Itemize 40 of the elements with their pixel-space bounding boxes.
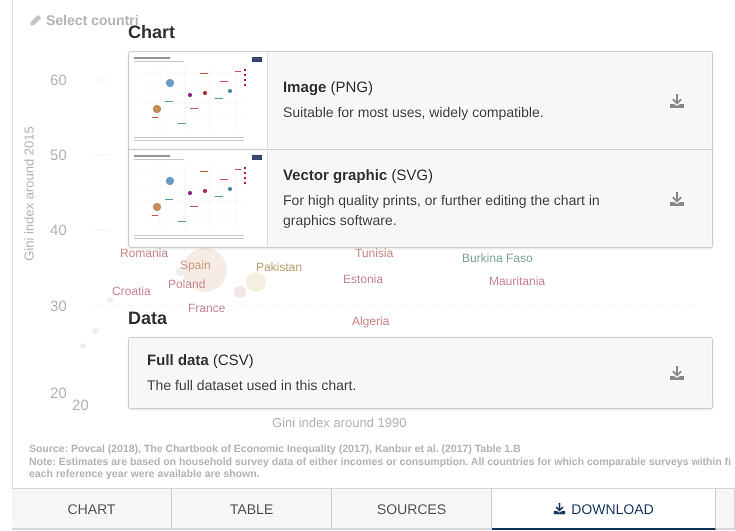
tab[interactable]: TABLE	[172, 489, 332, 528]
tab[interactable]: SOURCES	[332, 489, 492, 528]
tab[interactable]: CHART	[12, 489, 172, 528]
download-icon	[669, 190, 685, 206]
download-option[interactable]: Vector graphic (SVG) For high quality prints, or further editing the chart in graphics software.	[129, 150, 712, 247]
option-description: For high quality prints, or further editing the chart in graphics software.	[283, 191, 601, 230]
country-label: Mauritania	[489, 274, 546, 288]
y-axis-tick: 40	[50, 222, 67, 239]
y-axis-title: Gini index around 2015	[22, 125, 36, 263]
option-title: Vector graphic (SVG)	[283, 167, 434, 184]
y-axis-tick: 30	[50, 298, 67, 315]
country-label: Spain	[180, 258, 211, 272]
country-label: Algeria	[352, 314, 390, 328]
country-label: Burkina Faso	[462, 251, 533, 265]
country-label: Croatia	[112, 284, 151, 298]
x-axis-title: Gini index around 1990	[272, 415, 406, 430]
download-icon	[669, 365, 685, 381]
x-axis-tick: 20	[72, 397, 89, 414]
y-axis-tick: 20	[50, 385, 67, 402]
country-label: Pakistan	[256, 260, 302, 274]
download-icon	[669, 92, 685, 108]
source-text: Source: Povcal (2018), The Chartbook of Economic Inequality (2017), Kanbur et al. (2017) Table 1.B	[29, 443, 522, 456]
download-option[interactable]: Full data (CSV) The full dataset used in this chart.	[129, 338, 712, 408]
option-description: The full dataset used in this chart.	[147, 376, 358, 394]
country-label: France	[188, 301, 226, 315]
download-option[interactable]: Image (PNG) Suitable for most uses, widely compatible.	[129, 52, 712, 150]
y-axis-tick: 50	[50, 147, 67, 164]
country-label: Poland	[168, 277, 206, 291]
option-title: Image (PNG)	[283, 79, 374, 96]
section-heading: Data	[128, 307, 168, 330]
country-label: Tunisia	[355, 246, 394, 260]
country-label: Romania	[120, 246, 168, 260]
option-description: Suitable for most uses, widely compatible.	[283, 103, 545, 122]
y-axis-tick: 60	[50, 72, 67, 89]
option-title: Full data (CSV)	[147, 352, 255, 368]
note-text: each reference year were available are shown.	[29, 468, 261, 480]
country-label: Estonia	[343, 272, 384, 286]
tab[interactable]: DOWNLOAD	[492, 489, 716, 530]
note-text: Note: Estimates are based on household survey data of either incomes or consumption. All countries for which comparable surveys within fi	[29, 456, 732, 468]
pencil-icon	[29, 14, 42, 27]
